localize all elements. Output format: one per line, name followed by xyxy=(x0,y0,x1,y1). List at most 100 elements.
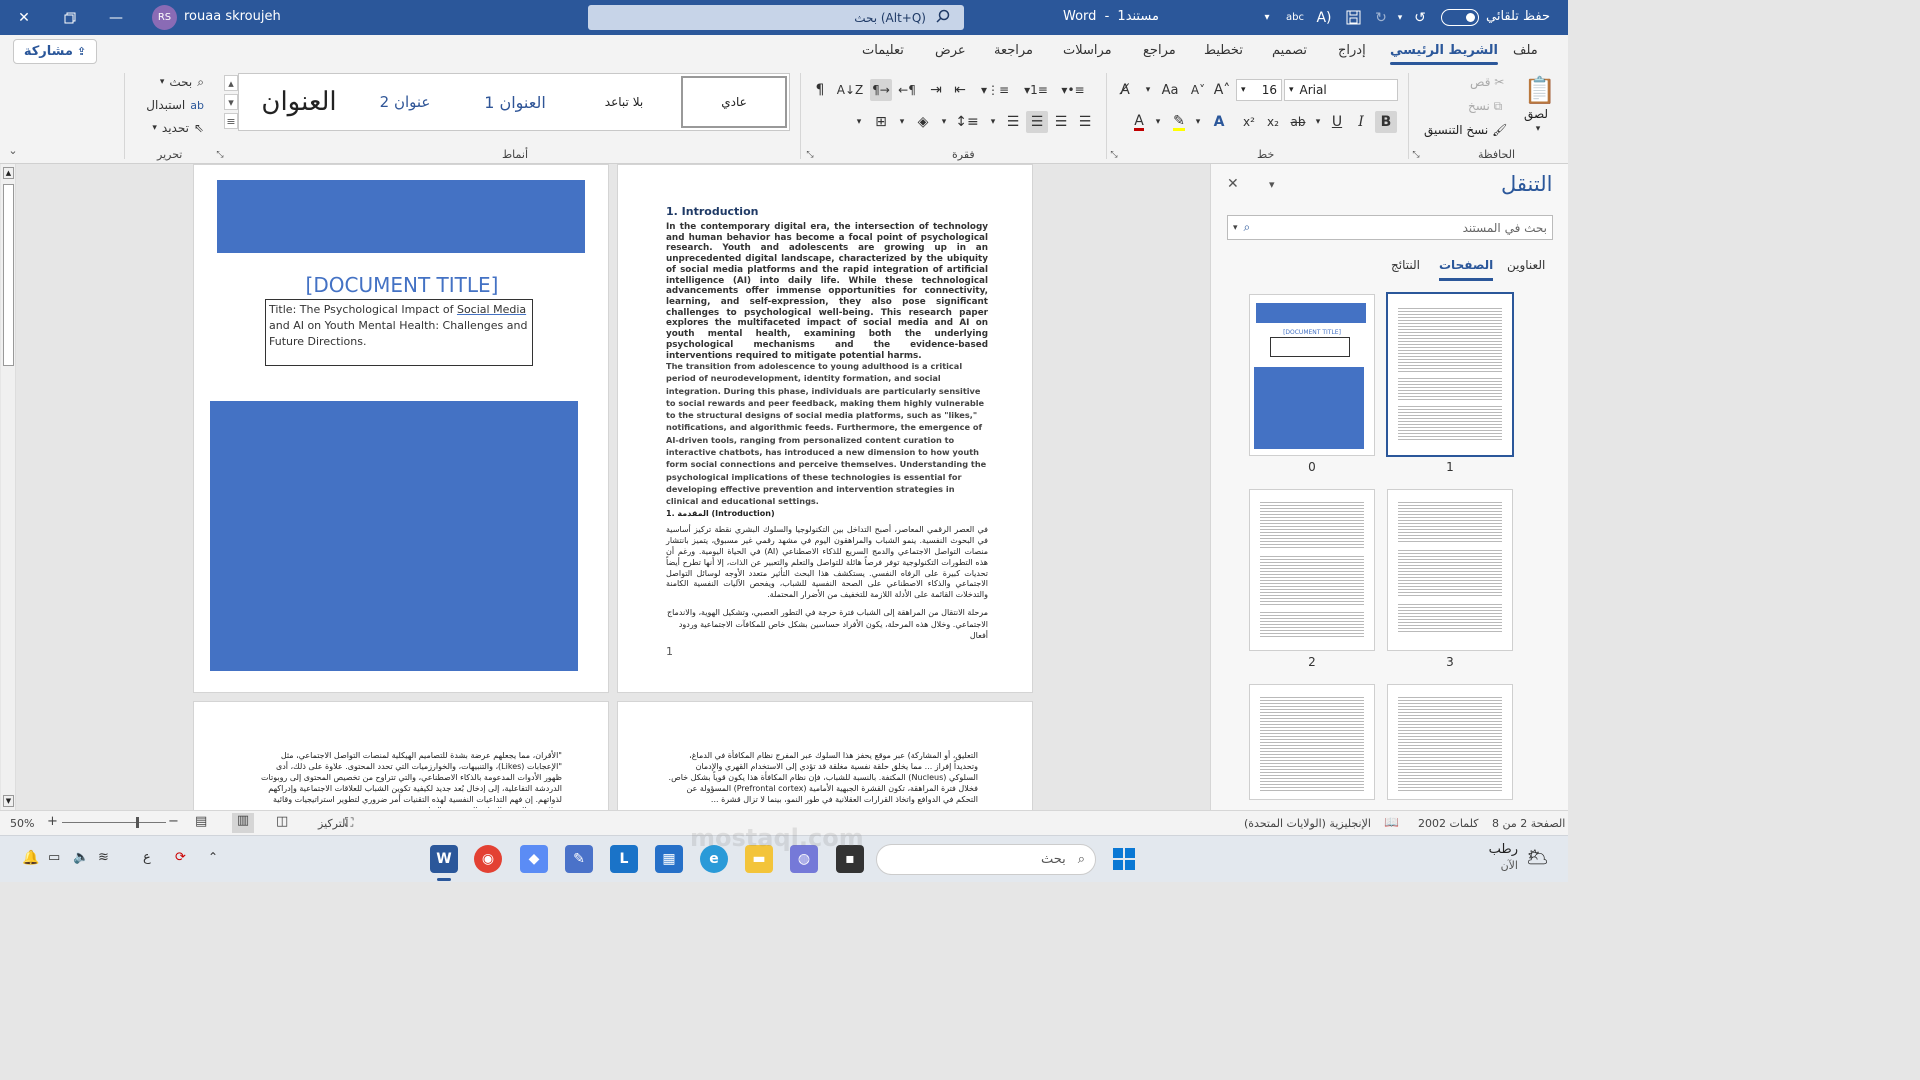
tab-references[interactable]: مراجع xyxy=(1143,35,1176,67)
nav-tab-headings[interactable]: العناوين xyxy=(1507,258,1545,272)
paste-label[interactable]: لصق xyxy=(1524,107,1548,121)
shading-icon[interactable]: ◈ xyxy=(912,111,934,133)
bold-icon[interactable]: B xyxy=(1375,111,1397,133)
chevron-up-icon[interactable]: ⌃ xyxy=(208,850,218,864)
nav-tab-pages[interactable]: الصفحات xyxy=(1439,258,1494,281)
tab-file[interactable]: ملف xyxy=(1513,35,1538,67)
print-layout-icon[interactable]: ▥ xyxy=(232,813,254,833)
align-center-icon[interactable]: ☰ xyxy=(1050,111,1072,133)
wifi-icon[interactable]: ≋ xyxy=(98,850,109,865)
subscript-icon[interactable]: x₂ xyxy=(1262,111,1284,133)
page-thumbnail-selected[interactable] xyxy=(1386,292,1514,457)
sort-icon[interactable]: A↓Z xyxy=(837,79,863,101)
sync-icon[interactable]: ⟳ xyxy=(175,850,186,865)
collapse-ribbon-icon[interactable]: ⌄ xyxy=(6,143,20,157)
autosave-toggle[interactable] xyxy=(1441,9,1479,26)
windows-start-icon[interactable] xyxy=(1112,847,1136,871)
style-normal[interactable]: عادي xyxy=(681,76,787,128)
taskbar-search[interactable]: بحث ⌕ xyxy=(876,844,1096,875)
page-3[interactable]: "الأقران، مما يجعلهم عرضة بشدة للتصاميم … xyxy=(193,701,609,810)
chevron-down-icon[interactable]: ▾ xyxy=(1312,111,1324,133)
redo-icon[interactable]: ↻ xyxy=(1370,0,1392,35)
undo-icon[interactable]: ↺ xyxy=(1409,0,1431,35)
zoom-slider[interactable] xyxy=(62,817,166,828)
tab-review[interactable]: مراجعة xyxy=(994,35,1033,67)
text-effects-icon[interactable]: A xyxy=(1208,111,1230,133)
scroll-down-icon[interactable]: ▼ xyxy=(3,795,14,807)
chevron-down-icon[interactable]: ▾ xyxy=(1192,111,1204,133)
shrink-font-icon[interactable]: A˅ xyxy=(1188,79,1208,101)
align-right-icon[interactable]: ☰ xyxy=(1026,111,1048,133)
italic-icon[interactable]: I xyxy=(1350,111,1372,133)
increase-indent-icon[interactable]: ⇥ xyxy=(926,79,946,101)
justify-icon[interactable]: ☰ xyxy=(1002,111,1024,133)
nav-tab-results[interactable]: النتائج xyxy=(1391,258,1420,272)
battery-icon[interactable]: ▭ xyxy=(48,850,60,865)
numbering-icon[interactable]: ▾1≡ xyxy=(1020,79,1052,101)
borders-icon[interactable]: ⊞ xyxy=(870,111,892,133)
weather-sublabel[interactable]: الآن xyxy=(1488,859,1518,872)
clear-formatting-icon[interactable]: A̸ xyxy=(1114,79,1136,101)
style-heading-1[interactable]: العنوان 1 xyxy=(463,76,567,128)
page-thumbnail[interactable] xyxy=(1249,489,1375,651)
replace-button[interactable]: استبدال ab xyxy=(136,94,204,116)
superscript-icon[interactable]: x² xyxy=(1238,111,1260,133)
app-icon[interactable]: ▪ xyxy=(836,845,864,873)
intro-paragraph-2[interactable]: The transition from adolescence to young… xyxy=(666,360,988,508)
zoom-slider-thumb[interactable] xyxy=(136,817,139,828)
styles-scroll-up-icon[interactable]: ▴ xyxy=(224,75,238,91)
select-button[interactable]: ▾ تحديد ⇖ xyxy=(136,117,204,139)
tab-help[interactable]: تعليمات xyxy=(862,35,904,67)
focus-icon[interactable]: ⛶ xyxy=(345,815,353,830)
l-app-icon[interactable]: L xyxy=(610,845,638,873)
page-1[interactable]: 1. Introduction In the contemporary digi… xyxy=(617,164,1033,693)
styles-more-icon[interactable]: ≡ xyxy=(224,113,238,129)
paste-icon[interactable]: 📋 xyxy=(1522,71,1558,111)
chevron-down-icon[interactable]: ▾ xyxy=(896,111,908,133)
font-launcher-icon[interactable]: ⤡ xyxy=(1108,149,1120,161)
page-thumbnail[interactable] xyxy=(1387,684,1513,800)
save-icon[interactable] xyxy=(1342,0,1364,35)
ar-intro-paragraph-2[interactable]: مرحلة الانتقال من المراهقة إلى الشباب فت… xyxy=(666,607,988,642)
store-icon[interactable]: ▦ xyxy=(655,845,683,873)
share-button[interactable]: مشاركة ⇪ xyxy=(13,39,97,64)
close-icon[interactable]: ✕ xyxy=(1227,176,1239,192)
search-input[interactable]: بحث (Alt+Q) xyxy=(588,5,964,30)
format-painter-button[interactable]: نسخ التنسيق 🖌 xyxy=(1424,123,1507,137)
doc-title-placeholder[interactable]: [DOCUMENT TITLE] xyxy=(194,273,608,297)
style-heading-2[interactable]: عنوان 2 xyxy=(363,76,447,128)
page-thumbnail[interactable] xyxy=(1387,489,1513,651)
proofing-icon[interactable]: 📖 xyxy=(1384,815,1399,829)
spelling-icon[interactable]: abc xyxy=(1284,0,1306,35)
chevron-down-icon[interactable]: ▾ xyxy=(938,111,950,133)
zoom-in-icon[interactable]: + xyxy=(47,814,58,829)
chevron-down-icon[interactable]: ▾ xyxy=(1142,79,1154,101)
tab-view[interactable]: عرض xyxy=(935,35,966,67)
find-button[interactable]: ▾ بحث ⌕ xyxy=(136,71,204,93)
scroll-thumb[interactable] xyxy=(3,184,14,366)
input-language[interactable]: ع xyxy=(143,850,151,865)
page-thumbnail[interactable] xyxy=(1249,684,1375,800)
word-app-icon[interactable]: W xyxy=(430,845,458,873)
ar-intro-heading[interactable]: 1. المقدمة (Introduction) xyxy=(666,509,775,519)
focus-label[interactable]: التركيز xyxy=(318,817,348,830)
page-2[interactable]: التعليق، أو المشاركة) عبر موقع يحفز هذا … xyxy=(617,701,1033,810)
pen-app-icon[interactable]: ✎ xyxy=(565,845,593,873)
page-3-text[interactable]: "الأقران، مما يجعلهم عرضة بشدة للتصاميم … xyxy=(256,750,562,808)
chrome-icon[interactable]: ◉ xyxy=(474,845,502,873)
title-text-box[interactable]: Title: The Psychological Impact of Socia… xyxy=(265,299,533,366)
app-icon[interactable]: ◆ xyxy=(520,845,548,873)
underline-icon[interactable]: U xyxy=(1326,111,1348,133)
multilevel-list-icon[interactable]: ▾⋮≡ xyxy=(980,79,1010,101)
weather-icon[interactable]: 🌥 xyxy=(1526,847,1549,868)
scroll-up-icon[interactable]: ▲ xyxy=(3,167,14,179)
ar-intro-paragraph-1[interactable]: في العصر الرقمي المعاصر، أصبح التداخل بي… xyxy=(666,525,988,601)
copy-button[interactable]: نسخ ⧉ xyxy=(1468,99,1502,114)
volume-icon[interactable]: 🔈 xyxy=(73,850,89,865)
file-explorer-icon[interactable]: ▬ xyxy=(745,845,773,873)
page-cover[interactable]: [DOCUMENT TITLE] Title: The Psychologica… xyxy=(193,164,609,693)
read-mode-icon[interactable]: ◫ xyxy=(276,814,288,829)
align-left-icon[interactable]: ☰ xyxy=(1074,111,1096,133)
clipboard-launcher-icon[interactable]: ⤡ xyxy=(1410,149,1422,161)
web-layout-icon[interactable]: ▤ xyxy=(195,814,207,829)
